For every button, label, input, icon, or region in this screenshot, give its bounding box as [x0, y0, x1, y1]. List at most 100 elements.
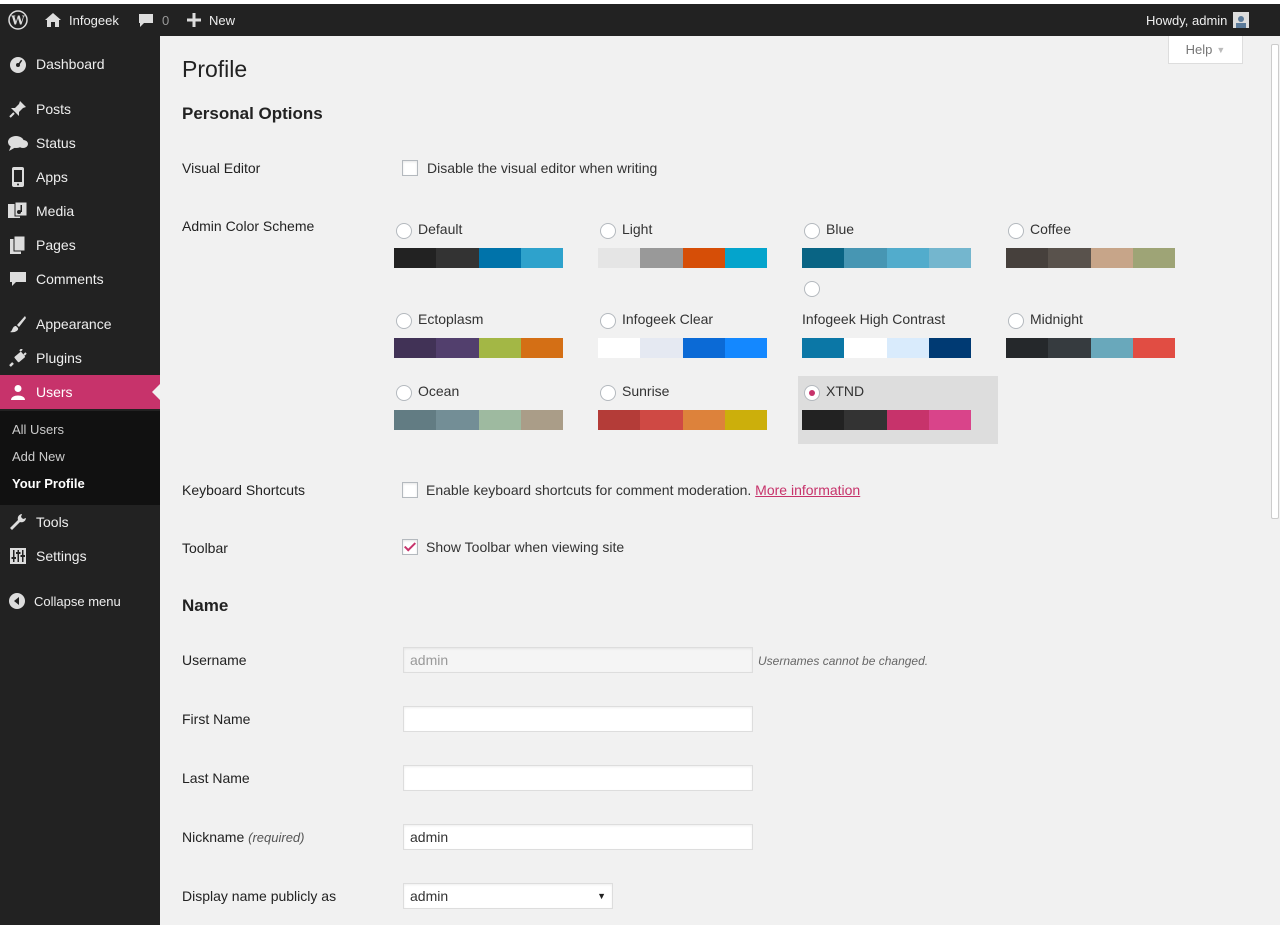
color-swatch: [640, 248, 683, 268]
last-name-input[interactable]: [403, 765, 753, 791]
howdy-text: Howdy, admin: [1146, 12, 1228, 28]
menu-settings[interactable]: Settings: [0, 539, 160, 573]
color-swatch: [886, 410, 929, 430]
vertical-scrollbar[interactable]: [1270, 36, 1280, 925]
color-scheme-option[interactable]: Sunrise: [594, 376, 794, 444]
menu-label: Status: [36, 135, 76, 151]
menu-label: Pages: [36, 237, 76, 253]
color-scheme-radio[interactable]: [600, 223, 616, 239]
menu-appearance[interactable]: Appearance: [0, 307, 160, 341]
color-scheme-radio[interactable]: [396, 223, 412, 239]
color-swatch: [928, 248, 971, 268]
keyboard-shortcuts-checkbox[interactable]: [402, 482, 418, 498]
visual-editor-checkbox[interactable]: [402, 160, 418, 176]
first-name-input[interactable]: [403, 706, 753, 732]
color-scheme-option[interactable]: Infogeek Clear: [594, 304, 794, 372]
comments-count: 0: [162, 12, 170, 28]
color-scheme-radio[interactable]: [804, 385, 820, 401]
color-scheme-name: Infogeek Clear: [622, 311, 714, 327]
menu-apps[interactable]: Apps: [0, 160, 160, 194]
color-scheme-name: Midnight: [1030, 311, 1083, 327]
color-swatch-strip: [1006, 248, 1175, 268]
comments-link[interactable]: 0: [138, 4, 169, 36]
color-swatch: [478, 248, 521, 268]
color-scheme-option[interactable]: XTND: [798, 376, 998, 444]
color-scheme-name: XTND: [826, 383, 865, 399]
color-swatch: [640, 410, 683, 430]
color-scheme-radio[interactable]: [396, 385, 412, 401]
menu-tools[interactable]: Tools: [0, 505, 160, 539]
menu-media[interactable]: Media: [0, 194, 160, 228]
color-scheme-name: Ectoplasm: [418, 311, 484, 327]
menu-posts[interactable]: Posts: [0, 92, 160, 126]
color-scheme-option[interactable]: Ectoplasm: [390, 304, 590, 372]
color-scheme-name: Sunrise: [622, 383, 670, 399]
color-scheme-radio[interactable]: [804, 223, 820, 239]
toolbar-checkbox[interactable]: [402, 539, 418, 555]
color-swatch: [802, 338, 845, 358]
color-scheme-name: Coffee: [1030, 221, 1071, 237]
color-scheme-option[interactable]: Blue: [798, 214, 998, 282]
help-tab-button[interactable]: Help ▼: [1168, 36, 1243, 64]
more-information-link[interactable]: More information: [755, 482, 860, 498]
color-scheme-name: Infogeek High Contrast: [802, 311, 946, 327]
collapse-menu-button[interactable]: Collapse menu: [0, 584, 160, 618]
menu-label: Posts: [36, 101, 72, 117]
color-swatch: [844, 248, 887, 268]
color-swatch: [394, 338, 437, 358]
color-scheme-option[interactable]: Default: [390, 214, 590, 282]
submenu-your-profile[interactable]: Your Profile: [12, 476, 85, 491]
menu-plugins[interactable]: Plugins: [0, 341, 160, 375]
color-swatch-strip: [394, 338, 563, 358]
keyboard-shortcuts-text: Enable keyboard shortcuts for comment mo…: [426, 482, 860, 498]
color-scheme-name: Ocean: [418, 383, 460, 399]
nickname-label-text: Nickname: [182, 829, 245, 845]
menu-users[interactable]: Users: [0, 375, 160, 409]
comment-icon: [139, 14, 153, 27]
color-swatch: [1048, 338, 1091, 358]
display-name-label: Display name publicly as: [182, 888, 337, 904]
keyboard-shortcuts-label: Keyboard Shortcuts: [182, 482, 305, 498]
site-name-link[interactable]: Infogeek: [44, 4, 119, 36]
color-scheme-option[interactable]: Midnight: [1002, 304, 1202, 372]
my-account-link[interactable]: Howdy, admin: [1146, 4, 1250, 36]
menu-status[interactable]: Status: [0, 126, 160, 160]
color-scheme-radio[interactable]: [600, 385, 616, 401]
color-scheme-radio[interactable]: [396, 313, 412, 329]
color-scheme-option[interactable]: Light: [594, 214, 794, 282]
new-content-link[interactable]: New: [187, 4, 235, 36]
color-swatch-strip: [1006, 338, 1175, 358]
scrollbar-thumb[interactable]: [1271, 44, 1279, 519]
menu-dashboard[interactable]: Dashboard: [0, 47, 160, 81]
menu-label: Appearance: [36, 316, 112, 332]
color-scheme-option[interactable]: Infogeek High Contrast: [798, 281, 998, 372]
username-input[interactable]: admin: [403, 647, 753, 673]
menu-comments[interactable]: Comments: [0, 262, 160, 296]
admin-menu: Dashboard Posts Status Apps Media Pages …: [0, 36, 160, 925]
submenu-all-users[interactable]: All Users: [12, 422, 64, 437]
color-swatch-strip: [802, 338, 971, 358]
nickname-input[interactable]: admin: [403, 824, 753, 850]
first-name-label: First Name: [182, 711, 251, 727]
color-swatch: [844, 338, 887, 358]
collapse-menu-label: Collapse menu: [34, 593, 121, 609]
menu-label: Tools: [36, 514, 69, 530]
color-swatch: [802, 410, 845, 430]
submenu-add-new[interactable]: Add New: [12, 449, 65, 464]
color-scheme-option[interactable]: Ocean: [390, 376, 590, 444]
color-swatch: [724, 248, 767, 268]
color-swatch: [1048, 248, 1091, 268]
color-scheme-radio[interactable]: [1008, 313, 1024, 329]
media-icon: [8, 202, 28, 218]
color-swatch-strip: [394, 410, 563, 430]
color-scheme-radio[interactable]: [600, 313, 616, 329]
color-scheme-radio[interactable]: [1008, 223, 1024, 239]
collapse-arrow-icon: [9, 593, 25, 609]
color-scheme-radio[interactable]: [804, 281, 820, 297]
speech-bubbles-icon: [8, 136, 28, 151]
wordpress-logo-icon[interactable]: W: [8, 4, 28, 36]
menu-pages[interactable]: Pages: [0, 228, 160, 262]
menu-label: Plugins: [36, 350, 82, 366]
display-name-select[interactable]: admin ▼: [403, 883, 613, 909]
color-scheme-option[interactable]: Coffee: [1002, 214, 1202, 282]
